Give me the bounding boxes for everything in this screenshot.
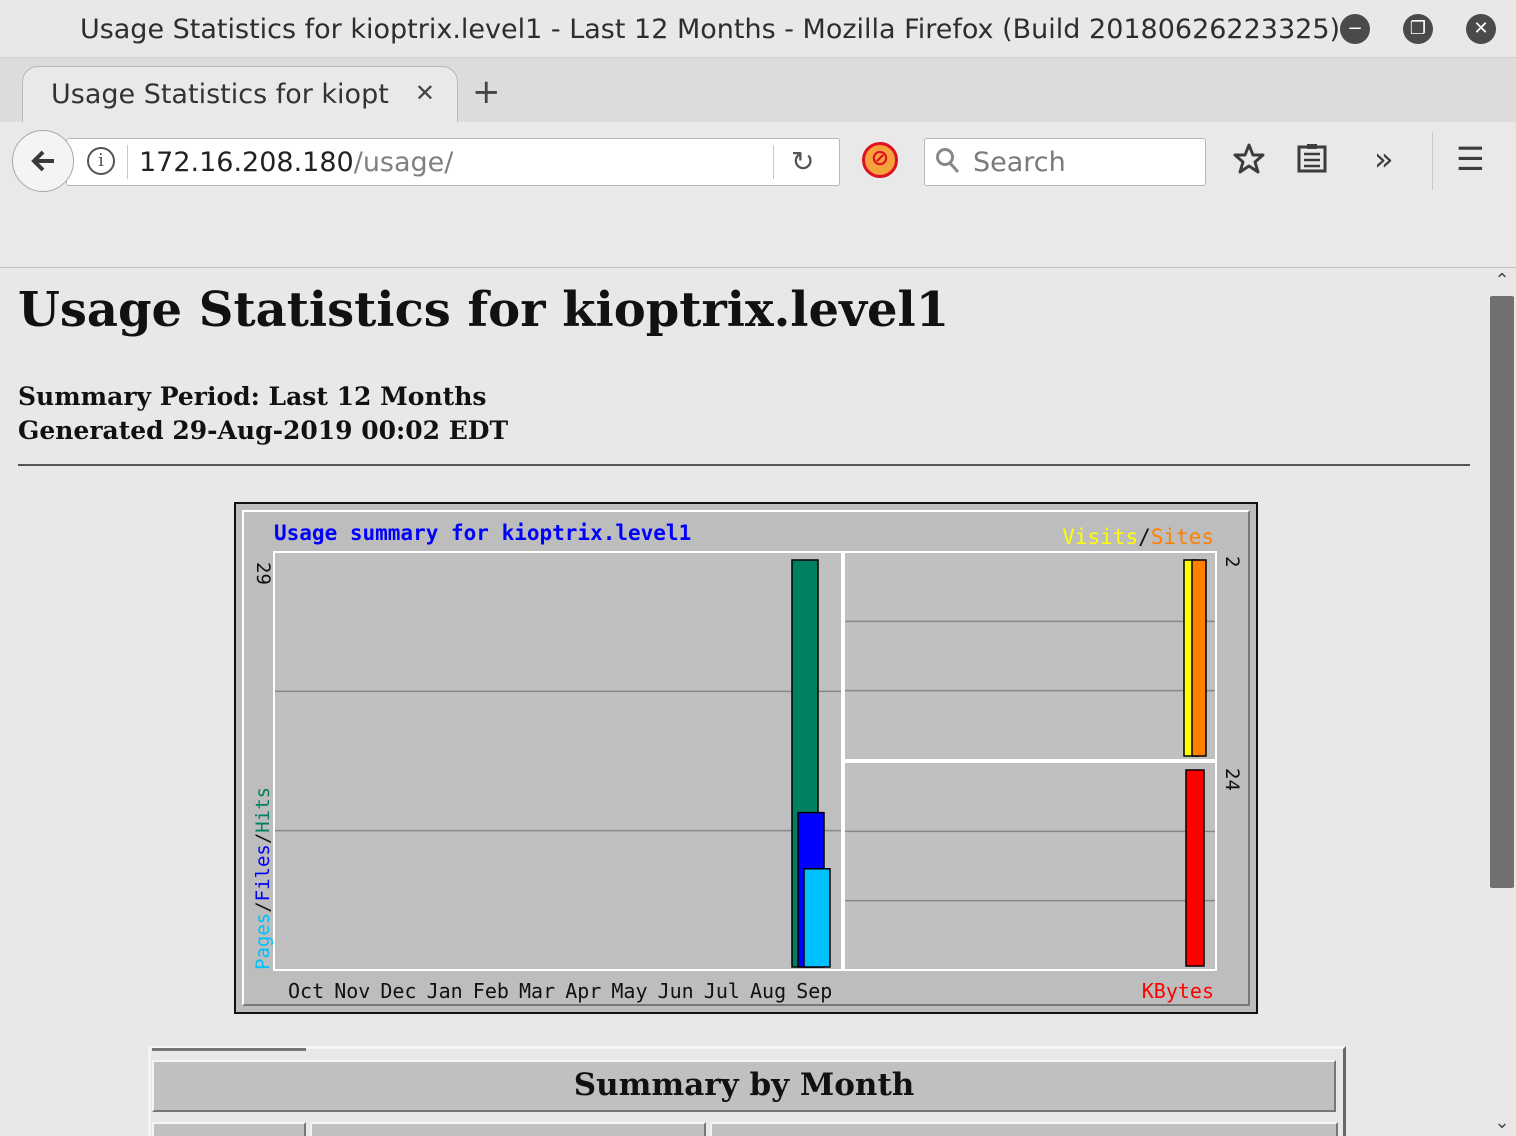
scrollbar-thumb[interactable] [1490, 296, 1514, 888]
month-label-feb: Feb [473, 979, 509, 1003]
search-box[interactable]: Search [924, 138, 1206, 186]
overflow-chevron-icon[interactable]: » [1374, 140, 1394, 178]
kbytes-axis-max-label: 24 [1221, 768, 1243, 791]
month-label-sep: Sep [796, 979, 832, 1003]
month-label-may: May [611, 979, 647, 1003]
generated-timestamp: Generated 29-Aug-2019 00:02 EDT [18, 416, 509, 445]
table-header-month [152, 1122, 306, 1136]
toolbar-separator [1432, 132, 1433, 190]
table-title: Summary by Month [152, 1060, 1336, 1112]
kbytes-bar-sep [1185, 769, 1205, 967]
usage-chart: Usage summary for kioptrix.level1 29 Pages… [234, 502, 1258, 1014]
url-separator [127, 145, 128, 179]
vertical-scrollbar[interactable]: ⌃ ⌄ [1488, 268, 1516, 1136]
tracking-blocked-icon[interactable]: ⊘ [862, 142, 898, 178]
hamburger-menu-icon[interactable]: ☰ [1456, 140, 1485, 178]
search-glyph [936, 148, 960, 173]
url-text[interactable]: 172.16.208.180/usage/ [139, 147, 453, 178]
bookmark-star-icon[interactable] [1232, 142, 1266, 184]
reload-icon[interactable]: ↻ [791, 145, 814, 178]
visits-axis-max-label: 2 [1221, 556, 1243, 567]
month-label-aug: Aug [750, 979, 786, 1003]
month-label-jan: Jan [427, 979, 463, 1003]
sites-bar-sep [1191, 559, 1207, 757]
summary-period: Summary Period: Last 12 Months [18, 382, 487, 411]
close-window-button[interactable]: ✕ [1466, 14, 1496, 44]
pages-bar-sep [803, 868, 831, 968]
tab-usage-statistics[interactable]: Usage Statistics for kiopt... ✕ [22, 66, 458, 122]
month-label-oct: Oct [288, 979, 324, 1003]
window-titlebar: Usage Statistics for kioptrix.level1 - L… [0, 0, 1516, 58]
month-label-nov: Nov [334, 979, 370, 1003]
table-header-monthly-totals: Monthly Totals [710, 1122, 1338, 1136]
summary-meta: Summary Period: Last 12 Months Generated… [18, 380, 508, 448]
left-axis-label-part: / [252, 833, 274, 844]
visits-sites-legend-part: Visits [1062, 525, 1138, 549]
scroll-down-icon[interactable]: ⌄ [1488, 1112, 1516, 1133]
month-label-jul: Jul [704, 979, 740, 1003]
month-label-dec: Dec [380, 979, 416, 1003]
window-title: Usage Statistics for kioptrix.level1 - L… [79, 14, 1341, 45]
table-header-daily-avg: Daily Avg [310, 1122, 706, 1136]
url-path: /usage/ [353, 147, 454, 178]
search-icon [935, 147, 961, 182]
tab-strip: Usage Statistics for kiopt... ✕ + [0, 58, 1516, 122]
left-axis-label-part: / [252, 901, 274, 912]
url-host: 172.16.208.180 [139, 147, 354, 178]
tab-close-icon[interactable]: ✕ [415, 79, 435, 107]
visits-sites-legend: Visits/Sites [1062, 525, 1214, 549]
chart-title: Usage summary for kioptrix.level1 [274, 521, 691, 545]
new-tab-button[interactable]: + [472, 72, 501, 112]
month-label-jun: Jun [658, 979, 694, 1003]
kbytes-plot-area [843, 761, 1217, 971]
maximize-button[interactable]: ❐ [1403, 14, 1433, 44]
page-title: Usage Statistics for kioptrix.level1 [18, 282, 950, 338]
visits-sites-legend-part: Sites [1151, 525, 1214, 549]
url-bar[interactable]: i 172.16.208.180/usage/ ↻ [66, 138, 840, 186]
horizontal-rule [18, 464, 1470, 466]
back-icon[interactable] [12, 130, 74, 192]
star-glyph [1233, 143, 1265, 174]
left-axis-max-label: 29 [252, 562, 274, 585]
search-placeholder: Search [973, 147, 1066, 178]
month-label-apr: Apr [565, 979, 601, 1003]
list-glyph [1297, 144, 1327, 173]
url-separator-right [773, 145, 774, 179]
left-axis-label-part: Hits [252, 787, 274, 833]
kbytes-label: KBytes [1142, 979, 1214, 1003]
left-axis-label: Pages/Files/Hits [252, 787, 274, 970]
info-icon[interactable]: i [87, 147, 115, 175]
visits-sites-legend-part: / [1138, 525, 1151, 549]
tab-label: Usage Statistics for kiopt... [51, 79, 391, 110]
scroll-up-icon[interactable]: ⌃ [1488, 270, 1516, 291]
summary-by-month-table: Summary by Month Daily Avg Monthly Total… [148, 1046, 1346, 1136]
minimize-button[interactable]: − [1340, 14, 1370, 44]
table-corner-line [152, 1048, 306, 1051]
navigation-toolbar: i 172.16.208.180/usage/ ↻ ⊘ Search » ☰ [0, 122, 1516, 268]
back-arrow-glyph [31, 150, 54, 172]
page-content: Usage Statistics for kioptrix.level1 Sum… [0, 268, 1488, 1136]
usage-chart-svg: Usage summary for kioptrix.level129 Pages… [252, 521, 1243, 1003]
left-axis-label-part: Files [252, 844, 274, 901]
left-axis-label-part: Pages [252, 913, 274, 970]
visits-plot-area [843, 551, 1217, 761]
month-label-mar: Mar [519, 979, 555, 1003]
reader-list-icon[interactable] [1296, 142, 1328, 182]
left-plot-area [273, 551, 843, 971]
